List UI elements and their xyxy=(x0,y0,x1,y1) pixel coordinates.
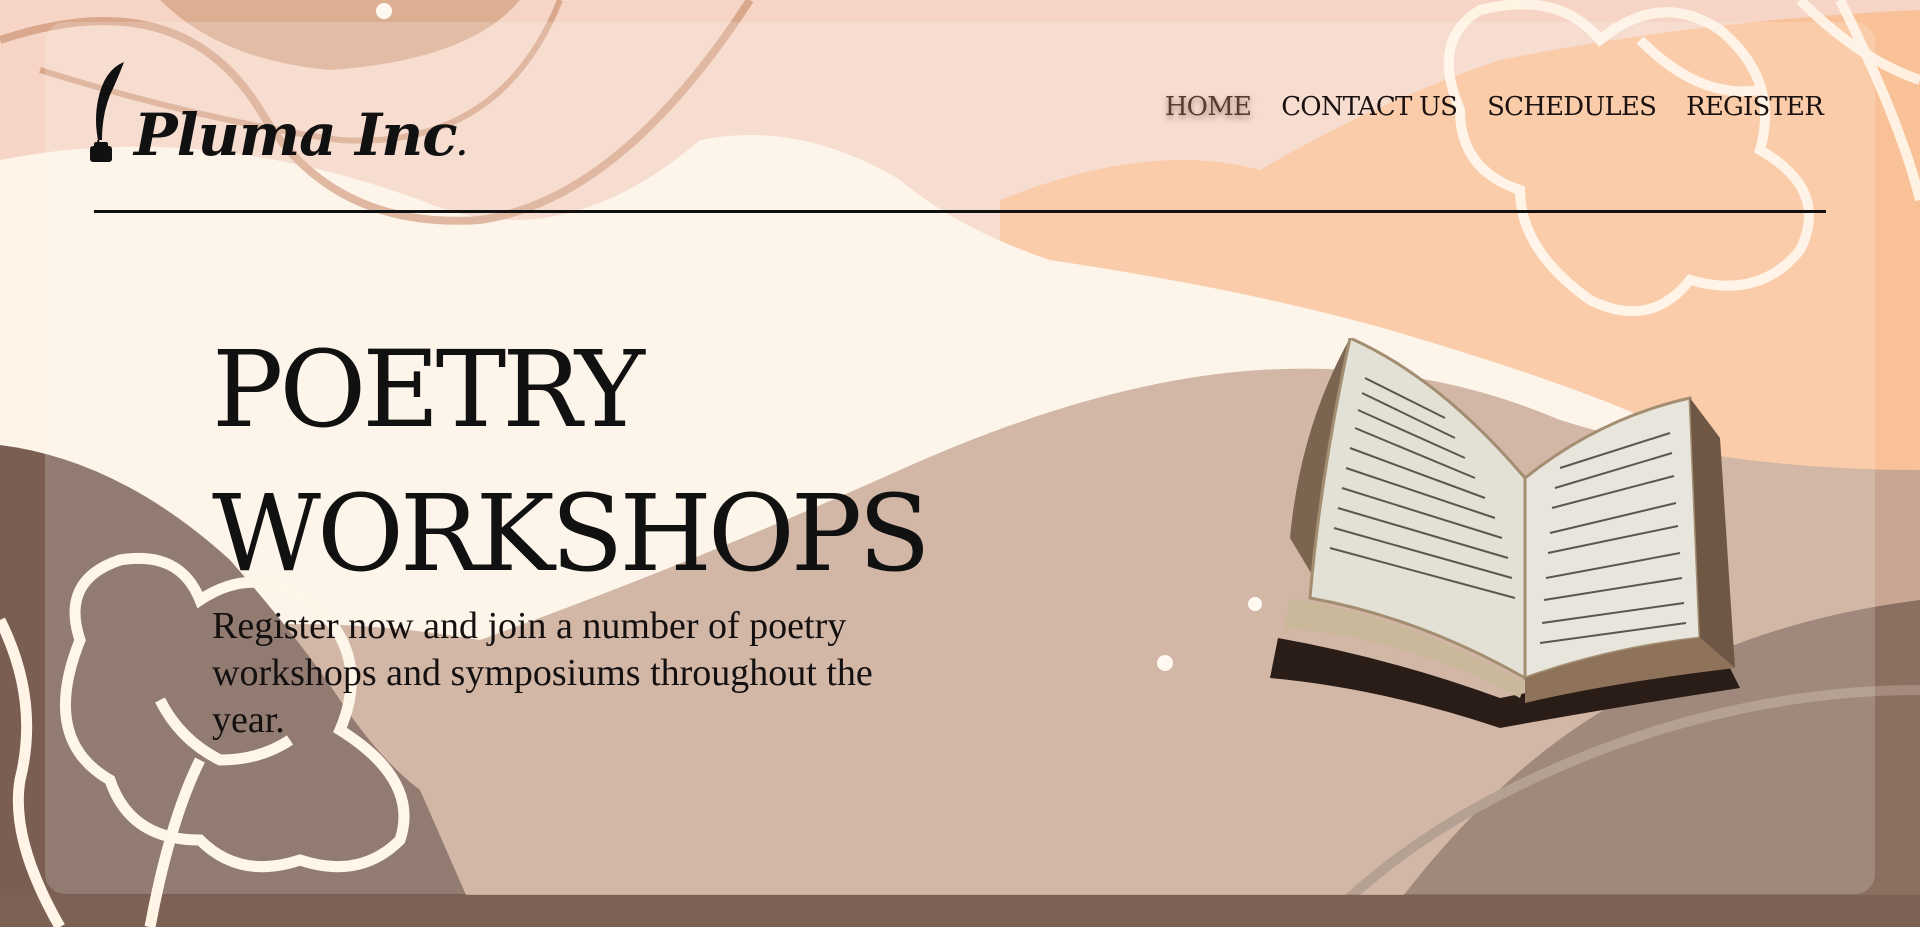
nav-contact-us[interactable]: CONTACT US xyxy=(1281,92,1458,122)
quill-inkwell-icon xyxy=(90,62,124,162)
header-divider xyxy=(94,210,1826,213)
hero-description: Register now and join a number of poetry… xyxy=(212,605,873,741)
hero-title-line2: WORKSHOPS xyxy=(212,472,931,595)
open-book-image xyxy=(1270,338,1740,728)
nav-schedules[interactable]: SCHEDULES xyxy=(1487,92,1657,122)
nav-home[interactable]: HOME xyxy=(1165,92,1252,122)
brand-name: Pluma Inc. xyxy=(134,101,467,169)
brand-logo[interactable]: Pluma Inc. xyxy=(84,54,467,169)
nav-register[interactable]: REGISTER xyxy=(1686,92,1824,122)
hero-title: POETRY WORKSHOPS xyxy=(212,318,931,606)
main-nav: HOME CONTACT US SCHEDULES REGISTER xyxy=(1165,92,1824,122)
hero-title-line1: POETRY xyxy=(212,328,645,451)
